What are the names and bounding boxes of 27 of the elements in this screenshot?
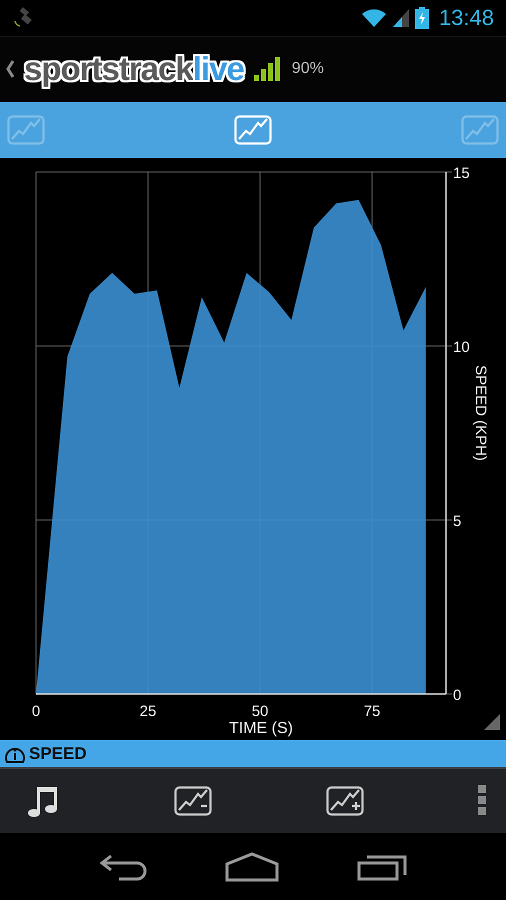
clock-time: 13:48 <box>438 5 494 31</box>
home-icon[interactable] <box>225 852 279 882</box>
y-tick-label: 10 <box>453 339 470 356</box>
resize-corner-icon[interactable] <box>484 714 500 730</box>
chart-tab[interactable] <box>233 114 273 146</box>
metric-label: SPEED <box>29 744 87 764</box>
app-logo: sportstracklive <box>24 50 244 88</box>
chart-minus-icon[interactable] <box>172 784 214 818</box>
y-tick-label: 5 <box>453 513 462 530</box>
y-tick-label: 15 <box>453 165 470 182</box>
chart-plus-icon[interactable] <box>324 784 366 818</box>
battery-charging-icon <box>414 7 429 29</box>
back-chevron-icon[interactable] <box>6 60 14 78</box>
y-axis-title: SPEED (KPH) <box>472 365 489 461</box>
signal-icon <box>392 9 409 27</box>
x-tick-label: 75 <box>364 703 380 720</box>
signal-bars-icon <box>254 57 282 81</box>
x-tick-label: 0 <box>32 703 40 720</box>
satellite-icon <box>12 7 34 29</box>
back-icon[interactable] <box>99 852 147 880</box>
y-tick-label: 0 <box>453 687 462 704</box>
recent-apps-icon[interactable] <box>357 852 407 880</box>
wifi-icon <box>360 8 387 28</box>
x-tick-label: 25 <box>140 703 156 720</box>
signal-percentage: 90% <box>292 60 324 78</box>
x-tick-label: 50 <box>252 703 268 720</box>
x-axis-title: TIME (S) <box>229 720 293 737</box>
